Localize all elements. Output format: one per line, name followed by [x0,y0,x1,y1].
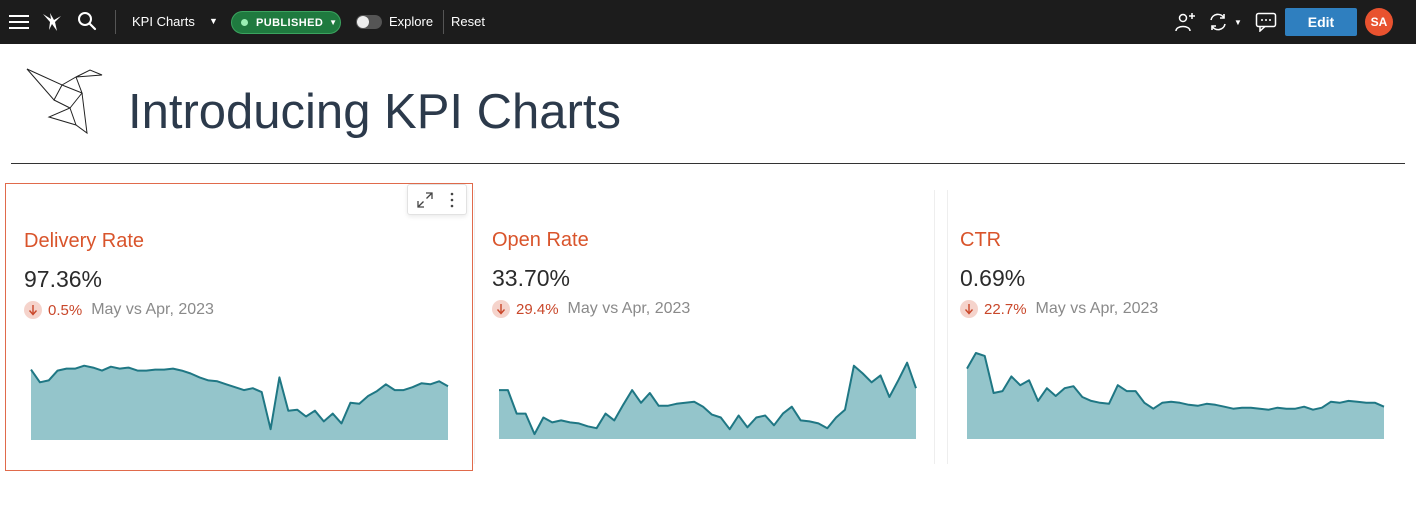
kpi-title: CTR [960,229,1002,251]
kpi-value: 97.36% [24,266,103,292]
toggle-knob [357,16,369,28]
status-badge[interactable]: PUBLISHED ▼ [231,11,341,34]
kpi-value: 0.69% [960,265,1026,291]
caret-down-icon: ▼ [329,18,338,27]
kpi-comparison-period: May vs Apr, 2023 [567,300,691,317]
status-dot-icon [241,19,248,26]
kpi-comparison-period: May vs Apr, 2023 [1035,300,1159,317]
edit-button[interactable]: Edit [1285,8,1357,36]
bird-logo-icon[interactable] [40,10,64,34]
menu-icon[interactable] [8,11,30,33]
card-toolbar [407,184,467,215]
kpi-delta: 22.7% May vs Apr, 2023 [960,299,1158,319]
kpi-title: Delivery Rate [24,230,145,252]
arrow-down-icon [960,300,978,318]
kpi-comparison-period: May vs Apr, 2023 [91,301,214,318]
kpi-delta-value: 0.5% [48,301,83,319]
kpi-delta: 0.5% May vs Apr, 2023 [24,300,214,320]
refresh-icon[interactable] [1206,11,1230,33]
sparkline-chart [30,364,449,440]
sparkline-chart [499,361,917,439]
explore-label[interactable]: Explore [389,14,433,30]
arrow-down-icon [492,300,510,318]
title-divider [11,163,1405,164]
top-bar: KPI Charts ▼ PUBLISHED ▼ Explore Reset ▼… [0,0,1416,44]
kpi-card-open-rate[interactable]: Open Rate 33.70% 29.4% May vs Apr, 2023 [474,183,942,471]
reset-button[interactable]: Reset [451,14,485,30]
kpi-value: 33.70% [492,265,571,291]
kpi-delta-value: 22.7% [984,300,1027,318]
explore-toggle[interactable] [356,15,382,29]
more-options-icon[interactable] [449,191,455,214]
arrow-down-icon [24,301,42,319]
share-users-icon[interactable] [1173,11,1197,33]
chevron-down-icon[interactable]: ▼ [1234,15,1242,31]
expand-icon[interactable] [416,191,434,214]
kpi-title: Open Rate [492,229,589,251]
card-divider [934,190,935,464]
dashboard-name[interactable]: KPI Charts [132,14,195,30]
sparkline-area [499,362,916,439]
search-icon[interactable] [76,10,98,32]
chevron-down-icon[interactable]: ▼ [209,13,218,29]
sparkline-chart [966,352,1385,439]
sparkline-area [967,353,1384,439]
avatar[interactable]: SA [1365,8,1393,36]
kpi-card-delivery-rate[interactable]: Delivery Rate 97.36% 0.5% May vs Apr, 20… [5,183,473,471]
sparkline-area [31,365,448,440]
kpi-delta-value: 29.4% [516,300,559,318]
origami-bird-logo-icon [24,66,108,136]
toolbar-separator [115,10,116,34]
kpi-card-ctr[interactable]: CTR 0.69% 22.7% May vs Apr, 2023 [942,183,1410,471]
page-title: Introducing KPI Charts [128,85,621,139]
toolbar-separator [443,10,444,34]
kpi-delta: 29.4% May vs Apr, 2023 [492,299,690,319]
comment-icon[interactable] [1254,11,1278,33]
status-badge-label: PUBLISHED [256,16,324,29]
